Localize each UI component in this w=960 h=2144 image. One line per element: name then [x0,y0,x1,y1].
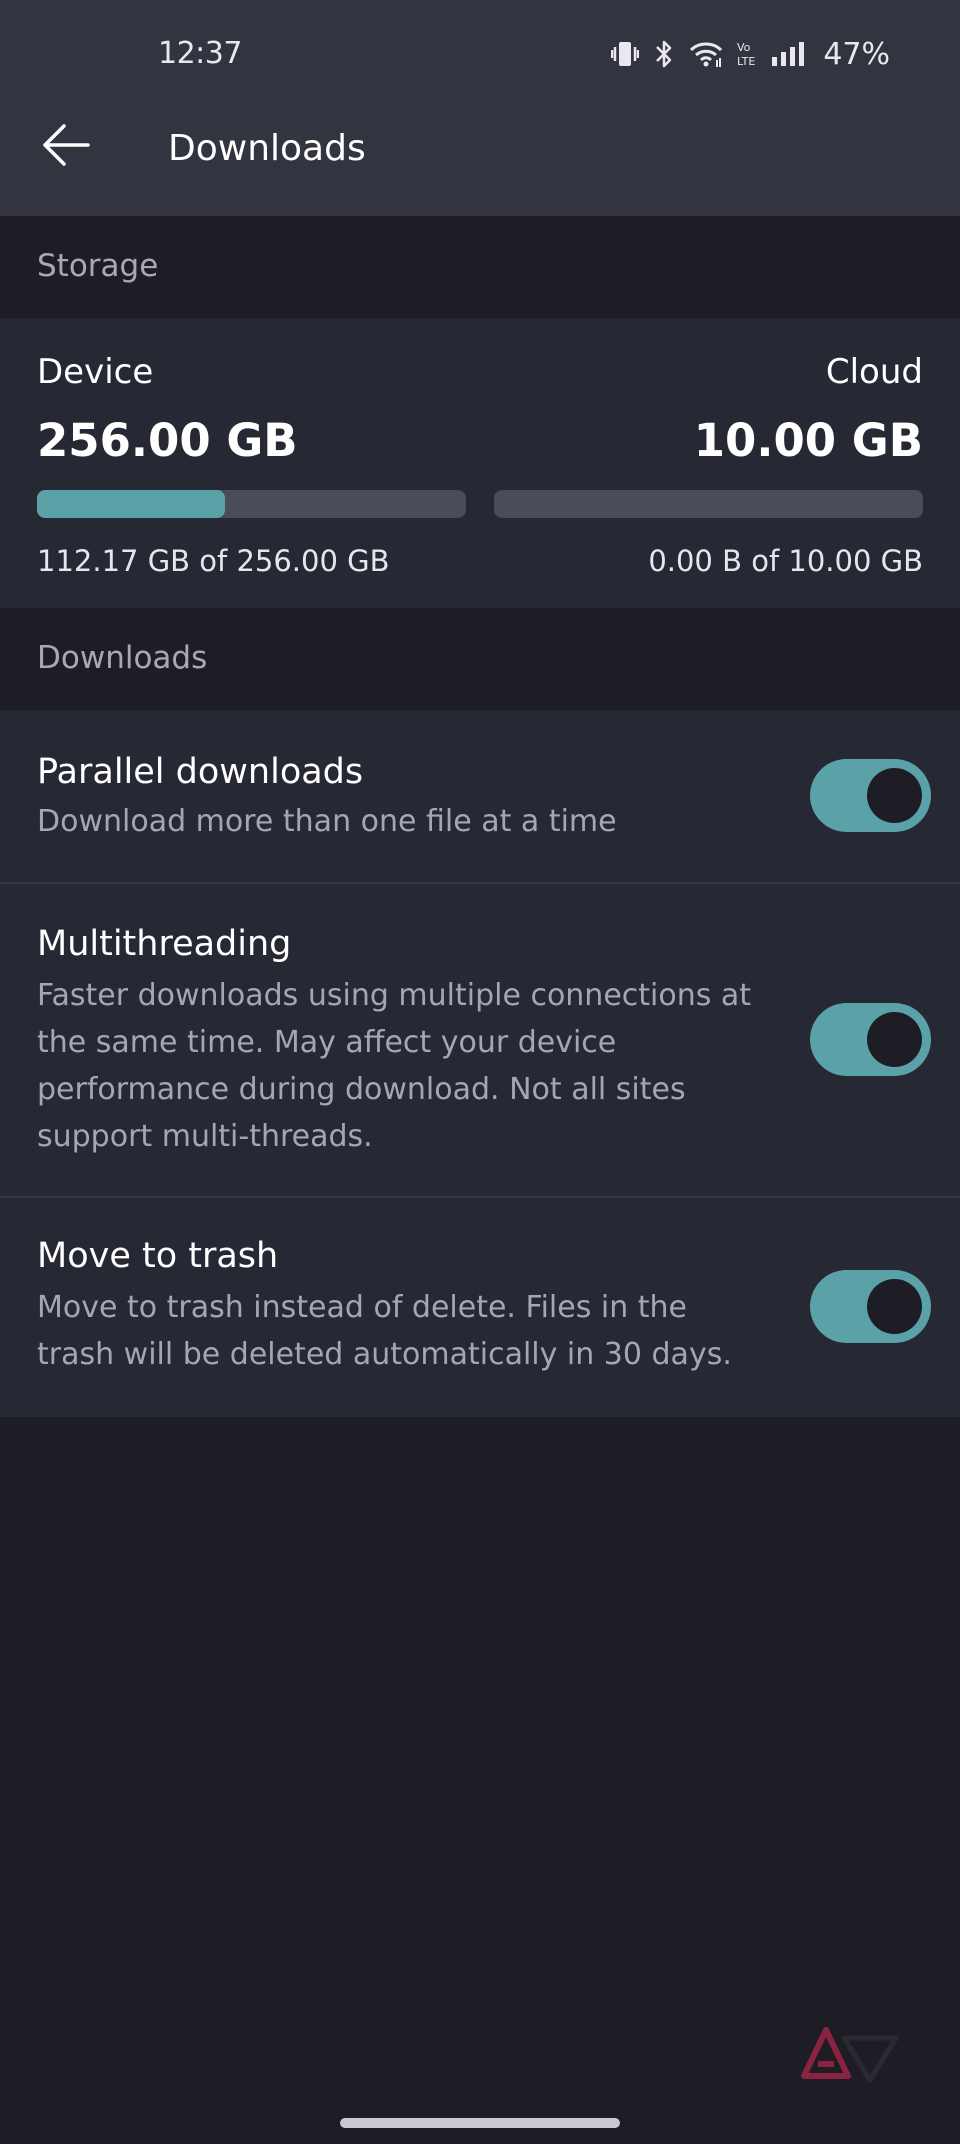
downloads-settings-card: Parallel downloads Download more than on… [0,710,960,1417]
move-to-trash-toggle[interactable] [810,1270,931,1343]
app-bar: 12:37 Vo LTE 47% Downloads [0,0,960,216]
status-icons: Vo LTE 47% [611,32,890,76]
setting-description: Faster downloads using multiple connecti… [37,978,752,1154]
device-storage-bar-fill [37,490,225,518]
device-storage-total: 256.00 GB [37,414,298,467]
home-indicator[interactable] [340,2118,620,2128]
cloud-storage-label: Cloud [825,352,923,392]
device-storage-bar [37,490,466,518]
setting-title: Parallel downloads [37,752,364,792]
device-storage-label: Device [37,352,154,392]
setting-description: Move to trash instead of delete. Files i… [37,1290,732,1372]
setting-title: Move to trash [37,1236,279,1276]
watermark-logo [800,2024,900,2088]
svg-text:Vo: Vo [737,41,751,54]
volte-icon: Vo LTE [737,39,757,69]
setting-move-to-trash[interactable]: Move to trash Move to trash instead of d… [0,1198,960,1417]
downloads-section-label: Downloads [37,640,208,676]
setting-parallel-downloads[interactable]: Parallel downloads Download more than on… [0,710,960,882]
device-storage-used: 112.17 GB of 256.00 GB [37,544,390,578]
toggle-knob [867,1012,922,1067]
setting-description: Download more than one file at a time [37,804,617,839]
cloud-storage-total: 10.00 GB [693,414,923,467]
cloud-storage-bar [494,490,923,518]
parallel-downloads-toggle[interactable] [810,759,931,832]
toggle-knob [867,1279,922,1334]
status-time: 12:37 [158,36,242,71]
battery-percentage: 47% [823,36,890,72]
arrow-left-icon [40,123,90,171]
multithreading-toggle[interactable] [810,1003,931,1076]
storage-card: Device 256.00 GB 112.17 GB of 256.00 GB … [0,318,960,608]
downloads-section-header: Downloads [0,608,960,710]
setting-multithreading[interactable]: Multithreading Faster downloads using mu… [0,884,960,1196]
signal-icon [771,41,805,67]
page-title: Downloads [168,128,366,169]
vibrate-icon [611,39,640,69]
toggle-knob [867,768,922,823]
wifi-icon [689,40,723,68]
svg-text:LTE: LTE [737,55,755,68]
back-button[interactable] [30,112,100,182]
storage-section-header: Storage [0,216,960,318]
bluetooth-icon [653,39,675,69]
cloud-storage-used: 0.00 B of 10.00 GB [648,544,923,578]
setting-title: Multithreading [37,924,292,964]
storage-section-label: Storage [37,248,159,284]
